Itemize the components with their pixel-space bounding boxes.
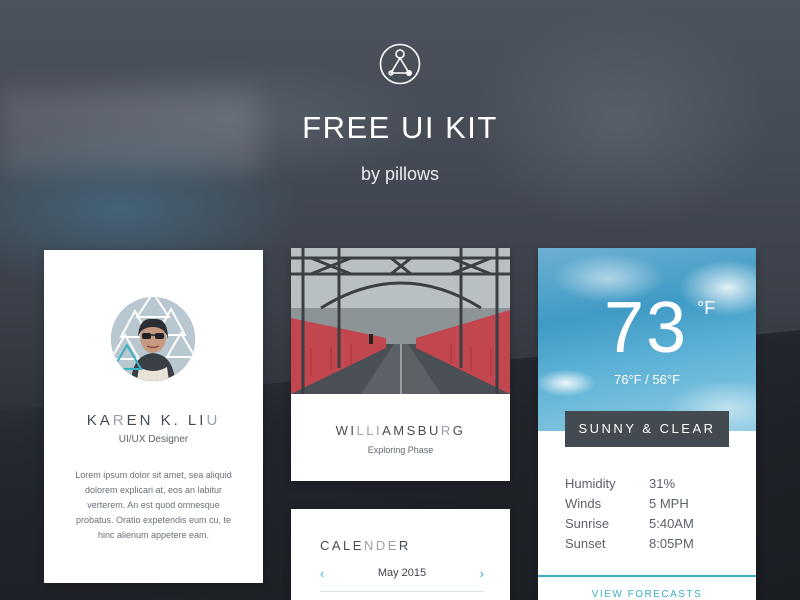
- chevron-right-icon[interactable]: ›: [480, 566, 484, 582]
- calendar-divider: [320, 591, 484, 592]
- weather-stat-label: Winds: [565, 496, 602, 511]
- profile-name: KAREN K. LIU: [86, 412, 221, 429]
- page-subtitle: by pillows: [360, 164, 440, 184]
- weather-stat-label: Sunrise: [565, 516, 610, 531]
- calendar-card: CALENDER ‹ May 2015 ›: [291, 509, 510, 600]
- temperature-range: 76°F / 56°F: [613, 372, 681, 387]
- profile-card: KAREN K. LIU UI/UX Designer Lorem ipsum …: [44, 250, 263, 583]
- weather-condition-badge: SUNNY & CLEAR: [565, 411, 729, 447]
- weather-stat-value: 8:05PM: [649, 536, 694, 551]
- calendar-month-label: May 2015: [377, 567, 427, 579]
- place-title: WILLIAMSBURG: [335, 423, 466, 438]
- profile-role: UI/UX Designer: [118, 434, 189, 445]
- weather-stat-value: 5:40AM: [649, 516, 694, 531]
- profile-bio: Lorem ipsum dolor sit amet, sea aliquid …: [75, 470, 232, 540]
- weather-stat-label: Humidity: [565, 476, 616, 491]
- weather-stat-value: 31%: [649, 476, 676, 491]
- weather-stat-row: Winds 5 MPH: [565, 496, 735, 516]
- calendar-title: CALENDER: [320, 538, 411, 553]
- weather-stat-row: Humidity 31%: [565, 476, 735, 496]
- weather-divider: [538, 575, 756, 577]
- weather-stat-value: 5 MPH: [649, 496, 689, 511]
- temperature-value: 73: [604, 288, 689, 368]
- kit-logo-icon: [379, 43, 421, 85]
- weather-stat-row: Sunrise 5:40AM: [565, 516, 735, 536]
- view-forecasts-link[interactable]: VIEW FORECASTS: [538, 589, 756, 600]
- page-title: FREE UI KIT: [302, 110, 498, 145]
- bridge-photo: [291, 248, 510, 394]
- weather-stat-row: Sunset 8:05PM: [565, 536, 735, 556]
- place-card[interactable]: WILLIAMSBURG Exploring Phase: [291, 248, 510, 481]
- avatar: [111, 297, 195, 381]
- weather-stats: Humidity 31% Winds 5 MPH Sunrise 5:40AM …: [565, 476, 735, 556]
- place-subtitle: Exploring Phase: [367, 445, 434, 455]
- weather-stat-label: Sunset: [565, 536, 606, 551]
- temperature-unit: °F: [697, 298, 716, 318]
- calendar-month-nav: ‹ May 2015 ›: [320, 566, 484, 582]
- weather-card: 73 °F 76°F / 56°F SUNNY & CLEAR Humidity…: [538, 248, 756, 600]
